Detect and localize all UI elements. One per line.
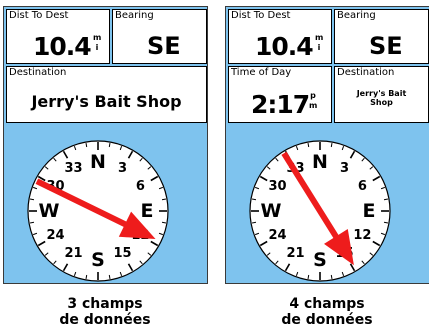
compass-tick xyxy=(85,274,88,280)
gps-screen-3-fields: Dist To Dest 10.4 m i Bearing SE Destina… xyxy=(3,6,208,284)
compass-tick xyxy=(330,274,333,280)
compass-tick xyxy=(307,142,310,148)
compass-dial: N36E1215S2124W3033 xyxy=(27,140,169,282)
bearing-number-21: 21 xyxy=(64,246,82,261)
dist-to-dest-field[interactable]: Dist To Dest 10.4 m i xyxy=(228,9,332,64)
compass-tick xyxy=(383,198,389,201)
cardinal-s: S xyxy=(313,249,327,271)
compass-dial: N36E1215S2124W3033 xyxy=(249,140,391,282)
destination-line-2: Shop xyxy=(370,98,393,107)
cardinal-w: W xyxy=(261,200,282,222)
destination-value: Jerry's Bait Shop xyxy=(31,92,182,111)
compass-tick xyxy=(307,274,310,280)
bearing-number-30: 30 xyxy=(269,179,287,194)
caption-4-fields: 4 champs de données xyxy=(227,296,427,328)
cardinal-w: W xyxy=(39,200,60,222)
bearing-number-3: 3 xyxy=(340,161,349,176)
gps-screen-4-fields: Dist To Dest 10.4 m i Bearing SE Time of… xyxy=(225,6,429,284)
dist-to-dest-label: Dist To Dest xyxy=(9,10,69,21)
compass-tick xyxy=(108,142,111,148)
time-unit-top: p xyxy=(310,91,316,100)
bearing-number-15: 15 xyxy=(113,246,131,261)
bearing-number-6: 6 xyxy=(136,179,145,194)
compass-tick xyxy=(161,221,167,224)
cardinal-n: N xyxy=(90,151,106,173)
dist-unit-top: m xyxy=(315,33,324,42)
compass-tick xyxy=(85,142,88,148)
cardinal-e: E xyxy=(363,200,376,222)
dist-to-dest-value: 10.4 xyxy=(33,32,92,61)
time-unit-bottom: m xyxy=(309,101,318,110)
destination-label: Destination xyxy=(337,67,395,78)
time-of-day-value: 2:17 xyxy=(251,90,310,119)
compass-tick xyxy=(251,221,257,224)
compass-rose: N36E1215S2124W3033 xyxy=(249,140,391,282)
cardinal-s: S xyxy=(91,249,105,271)
bearing-number-6: 6 xyxy=(358,179,367,194)
dist-unit-bottom: i xyxy=(317,43,321,52)
compass-tick xyxy=(29,221,35,224)
destination-line-1: Jerry's Bait xyxy=(356,89,407,98)
cardinal-n: N xyxy=(312,151,328,173)
compass-tick xyxy=(161,198,167,201)
dist-to-dest-field[interactable]: Dist To Dest 10.4 m i xyxy=(6,9,110,64)
compass-tick xyxy=(108,274,111,280)
bearing-label: Bearing xyxy=(337,10,376,21)
caption-line-1: 4 champs xyxy=(289,296,365,312)
bearing-value: SE xyxy=(369,32,403,60)
destination-field[interactable]: Destination Jerry's Bait Shop xyxy=(334,66,429,123)
caption-3-fields: 3 champs de données xyxy=(5,296,205,328)
cardinal-e: E xyxy=(141,200,154,222)
bearing-number-12: 12 xyxy=(353,228,371,243)
dist-to-dest-value: 10.4 xyxy=(255,32,314,61)
time-of-day-label: Time of Day xyxy=(231,67,292,78)
dist-to-dest-label: Dist To Dest xyxy=(231,10,291,21)
destination-field[interactable]: Destination Jerry's Bait Shop xyxy=(6,66,207,123)
bearing-value: SE xyxy=(147,32,181,60)
destination-value: Jerry's Bait Shop xyxy=(335,89,428,107)
bearing-number-24: 24 xyxy=(269,228,287,243)
compass-tick xyxy=(330,142,333,148)
dist-unit-bottom: i xyxy=(95,43,99,52)
bearing-number-24: 24 xyxy=(47,228,65,243)
destination-label: Destination xyxy=(9,67,67,78)
bearing-field[interactable]: Bearing SE xyxy=(334,9,429,64)
caption-line-2: de données xyxy=(281,312,373,328)
caption-line-1: 3 champs xyxy=(67,296,143,312)
bearing-label: Bearing xyxy=(115,10,154,21)
dist-unit-top: m xyxy=(93,33,102,42)
caption-line-2: de données xyxy=(59,312,151,328)
bearing-number-3: 3 xyxy=(118,161,127,176)
compass-tick xyxy=(383,221,389,224)
bearing-number-33: 33 xyxy=(64,161,82,176)
bearing-number-21: 21 xyxy=(286,246,304,261)
bearing-field[interactable]: Bearing SE xyxy=(112,9,207,64)
time-of-day-field[interactable]: Time of Day 2:17 p m xyxy=(228,66,332,123)
compass-rose: N36E1215S2124W3033 xyxy=(27,140,169,282)
compass-tick xyxy=(29,198,35,201)
compass-tick xyxy=(251,198,257,201)
